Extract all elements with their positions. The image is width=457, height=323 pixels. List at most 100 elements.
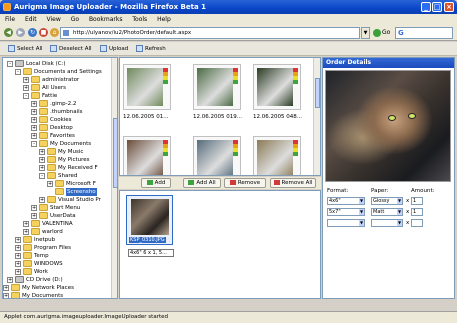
menu-go[interactable]: Go — [71, 16, 79, 23]
tree-item[interactable]: + Start Menu — [3, 204, 109, 212]
expand-icon[interactable]: + — [7, 277, 13, 283]
tree-item[interactable]: - Local Disk (C:) — [3, 60, 109, 68]
tree-item[interactable]: + CD Drive (D:) — [3, 276, 109, 284]
tree-item[interactable]: + Visual Studio Pr — [3, 196, 109, 204]
photo-thumbnail[interactable] — [193, 136, 241, 175]
tree-item[interactable]: + WINDOWS — [3, 260, 109, 268]
expand-icon[interactable]: + — [15, 261, 21, 267]
back-icon[interactable]: ◀ — [4, 28, 13, 37]
menu-file[interactable]: File — [5, 16, 15, 23]
close-button[interactable]: × — [444, 2, 454, 12]
expand-icon[interactable]: + — [31, 109, 37, 115]
thumbnail-scrollbar[interactable] — [313, 58, 320, 175]
format-select[interactable]: 5x7" ▼ — [327, 208, 365, 216]
remove-all-button[interactable]: Remove All — [270, 178, 316, 188]
deselect-all-button[interactable]: Deselect All — [50, 44, 92, 54]
menu-view[interactable]: View — [47, 16, 61, 23]
collapse-icon[interactable]: - — [39, 173, 45, 179]
add-all-button[interactable]: Add All — [183, 178, 221, 188]
expand-icon[interactable]: + — [3, 285, 9, 291]
tree-item[interactable]: + .thumbnails — [3, 108, 109, 116]
expand-icon[interactable]: + — [15, 269, 21, 275]
tree-item[interactable]: + All Users — [3, 84, 109, 92]
tree-item[interactable]: + Inetpub — [3, 236, 109, 244]
paper-select[interactable]: ▼ — [371, 219, 403, 227]
tree-item[interactable]: + Temp — [3, 252, 109, 260]
tree-item[interactable]: - Shared — [3, 172, 109, 180]
tree-item[interactable]: - Fattie — [3, 92, 109, 100]
dropdown-arrow-icon[interactable]: ▼ — [397, 220, 402, 226]
expand-icon[interactable]: + — [15, 253, 21, 259]
expand-icon[interactable]: + — [15, 245, 21, 251]
tree-item[interactable]: + UserData — [3, 212, 109, 220]
forward-icon[interactable]: ▶ — [16, 28, 25, 37]
tree-item[interactable]: - My Documents — [3, 140, 109, 148]
tree-item[interactable]: + My Music — [3, 148, 109, 156]
amount-input[interactable] — [411, 219, 423, 227]
photo-thumbnail[interactable] — [253, 64, 301, 110]
menu-tools[interactable]: Tools — [132, 16, 147, 23]
expand-icon[interactable]: + — [39, 157, 45, 163]
expand-icon[interactable]: + — [47, 181, 53, 187]
tree-item[interactable]: + Program Files — [3, 244, 109, 252]
expand-icon[interactable]: + — [31, 133, 37, 139]
photo-thumbnail[interactable] — [123, 64, 171, 110]
dropdown-arrow-icon[interactable]: ▼ — [397, 198, 402, 204]
minimize-button[interactable]: _ — [421, 2, 431, 12]
tree-item[interactable]: + administrator — [3, 76, 109, 84]
select-all-button[interactable]: Select All — [8, 44, 43, 54]
upload-button[interactable]: Upload — [100, 44, 128, 54]
address-dropdown-button[interactable]: ▼ — [361, 27, 370, 39]
upload-list[interactable]: KSP_0310.JPG 4x6" 6 x 1, 5... — [119, 190, 321, 299]
tree-item[interactable]: + My Network Places — [3, 284, 109, 292]
expand-icon[interactable]: + — [31, 205, 37, 211]
tree-item[interactable]: - Documents and Settings — [3, 68, 109, 76]
collapse-icon[interactable]: - — [15, 69, 21, 75]
thumbnail-view[interactable]: 12.06.2005 01... 12.06.2005 019... 12.06.2… — [119, 57, 321, 176]
reload-icon[interactable]: ↻ — [28, 28, 37, 37]
dropdown-arrow-icon[interactable]: ▼ — [397, 209, 402, 215]
expand-icon[interactable]: + — [3, 293, 9, 298]
format-select[interactable]: 4x6" ▼ — [327, 197, 365, 205]
photo-thumbnail[interactable] — [123, 136, 171, 175]
home-icon[interactable]: ⌂ — [50, 28, 59, 37]
expand-icon[interactable]: + — [39, 197, 45, 203]
maximize-button[interactable]: □ — [432, 2, 442, 12]
refresh-button[interactable]: Refresh — [136, 44, 166, 54]
add-button[interactable]: Add — [141, 178, 171, 188]
tree-item[interactable]: + Microsoft F — [3, 180, 109, 188]
tree-scrollbar[interactable] — [111, 58, 117, 298]
expand-icon[interactable]: + — [31, 101, 37, 107]
expand-icon[interactable]: + — [15, 237, 21, 243]
tree-item[interactable]: + Favorites — [3, 132, 109, 140]
tree-item[interactable]: Screensho — [3, 188, 109, 196]
tree-scroll-thumb[interactable] — [113, 118, 117, 188]
address-bar[interactable]: http://ulyanov/iu2/PhotoOrder/default.as… — [60, 27, 360, 39]
paper-select[interactable]: Glossy ▼ — [371, 197, 403, 205]
expand-icon[interactable]: + — [23, 77, 29, 83]
expand-icon[interactable]: + — [23, 85, 29, 91]
search-box[interactable]: G — [395, 27, 453, 39]
folder-tree[interactable]: - Local Disk (C:) - Documents and Settings +… — [2, 57, 118, 299]
tree-item[interactable]: + My Pictures — [3, 156, 109, 164]
thumbnail-scroll-thumb[interactable] — [315, 78, 320, 108]
menu-help[interactable]: Help — [157, 16, 171, 23]
format-select[interactable]: ▼ — [327, 219, 365, 227]
collapse-icon[interactable]: - — [23, 93, 29, 99]
photo-thumbnail[interactable] — [253, 136, 301, 175]
go-button[interactable]: Go — [373, 28, 391, 38]
expand-icon[interactable]: + — [23, 229, 29, 235]
tree-item[interactable]: + Desktop — [3, 124, 109, 132]
dropdown-arrow-icon[interactable]: ▼ — [359, 220, 364, 226]
tree-item[interactable]: + warlord — [3, 228, 109, 236]
menu-bookmarks[interactable]: Bookmarks — [89, 16, 123, 23]
expand-icon[interactable]: + — [31, 117, 37, 123]
tree-item[interactable]: + My Received F — [3, 164, 109, 172]
expand-icon[interactable]: + — [23, 221, 29, 227]
expand-icon[interactable]: + — [39, 149, 45, 155]
menu-edit[interactable]: Edit — [25, 16, 37, 23]
collapse-icon[interactable]: - — [31, 141, 37, 147]
collapse-icon[interactable]: - — [7, 61, 13, 67]
amount-input[interactable]: 1 — [411, 197, 423, 205]
tree-item[interactable]: + Cookies — [3, 116, 109, 124]
